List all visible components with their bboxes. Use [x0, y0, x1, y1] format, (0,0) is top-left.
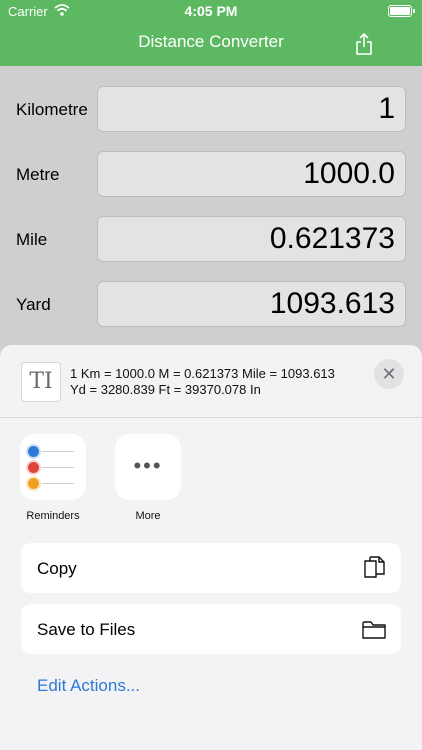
status-time: 4:05 PM [184, 3, 238, 19]
share-sheet: TI 1 Km = 1000.0 M = 0.621373 Mile = 109… [0, 345, 422, 750]
preview-text: 1 Km = 1000.0 M = 0.621373 Mile = 1093.6… [70, 366, 360, 398]
more-icon: ••• [115, 434, 181, 500]
preview-text-line-2: Yd = 3280.839 Ft = 39370.078 In [70, 382, 261, 397]
kilometre-label: Kilometre [16, 100, 88, 119]
copy-icon [364, 556, 385, 578]
folder-icon [362, 621, 386, 639]
app-more[interactable]: ••• More [115, 434, 181, 522]
save-to-files-button[interactable]: Save to Files [21, 604, 401, 654]
metre-row: Metre 1000.0 [0, 151, 422, 199]
app-reminders-label: Reminders [26, 510, 80, 522]
preview-text-line-1: 1 Km = 1000.0 M = 0.621373 Mile = 1093.6… [70, 366, 335, 381]
edit-actions-link[interactable]: Edit Actions... [37, 676, 140, 696]
copy-label: Copy [37, 559, 77, 578]
mile-label: Mile [16, 230, 48, 249]
yard-label: Yard [16, 295, 51, 314]
kilometre-input[interactable]: 1 [97, 86, 406, 132]
text-thumbnail-icon: TI [21, 362, 61, 402]
kilometre-row: Kilometre 1 [0, 86, 422, 134]
metre-label: Metre [16, 165, 60, 184]
reminders-icon [20, 434, 86, 500]
copy-button[interactable]: Copy [21, 543, 401, 593]
close-button[interactable]: ✕ [374, 359, 404, 389]
metre-input[interactable]: 1000.0 [97, 151, 406, 197]
share-preview: TI 1 Km = 1000.0 M = 0.621373 Mile = 109… [0, 345, 422, 418]
navigation-bar: Carrier 4:05 PM Distance Converter [0, 0, 422, 66]
save-to-files-label: Save to Files [37, 620, 136, 639]
status-bar: Carrier 4:05 PM [0, 0, 422, 24]
battery-icon [388, 5, 415, 17]
app-reminders[interactable]: Reminders [20, 434, 86, 522]
yard-row: Yard 1093.613 [0, 281, 422, 329]
yard-input[interactable]: 1093.613 [97, 281, 406, 327]
mile-row: Mile 0.621373 [0, 216, 422, 264]
mile-input[interactable]: 0.621373 [97, 216, 406, 262]
app-more-label: More [135, 510, 161, 522]
share-icon[interactable] [352, 32, 376, 56]
